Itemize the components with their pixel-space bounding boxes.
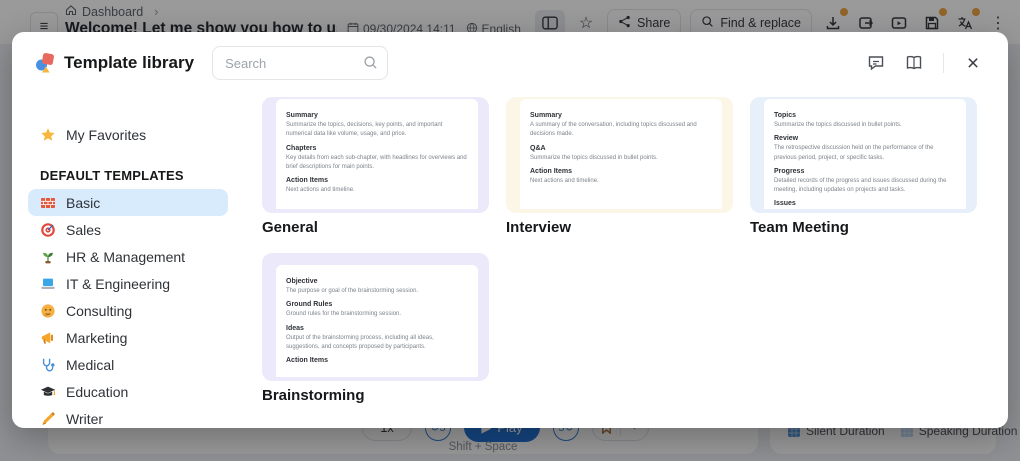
target-icon	[40, 222, 56, 238]
preview-section-body: Summarize the topics, decisions, key poi…	[286, 122, 443, 138]
modal-header: Template library ×	[12, 32, 1008, 94]
sidebar-item-writer[interactable]: Writer	[28, 405, 228, 428]
preview-section-body: A summary of the conversation, including…	[530, 122, 697, 138]
sidebar-item-label: Sales	[66, 221, 102, 238]
sidebar-item-hr-management[interactable]: HR & Management	[28, 243, 228, 270]
close-icon: ×	[966, 51, 980, 75]
template-name: Interview	[506, 219, 572, 236]
sidebar-item-label: Marketing	[66, 329, 128, 346]
sidebar-section-label: DEFAULT TEMPLATES	[40, 168, 184, 183]
sidebar-item-my-favorites[interactable]: My Favorites	[28, 120, 228, 150]
sidebar-item-basic[interactable]: Basic	[28, 189, 228, 216]
template-preview: Objective The purpose or goal of the brai…	[262, 253, 489, 381]
preview-section-body: Next actions and timeline.	[530, 177, 599, 184]
laptop-icon	[40, 276, 56, 292]
close-modal-button[interactable]: ×	[960, 50, 986, 76]
preview-section-body: Next actions and timeline.	[286, 187, 355, 194]
preview-section-heading: Action Items	[286, 177, 329, 185]
preview-section-body: Summarize the topics discussed in bullet…	[530, 154, 658, 161]
preview-section-heading: Ideas	[286, 324, 304, 332]
preview-section-heading: Review	[774, 135, 799, 143]
preview-section-heading: Issues	[774, 200, 796, 208]
search-icon	[363, 55, 378, 75]
template-search-input[interactable]	[212, 46, 389, 80]
sidebar-item-label: My Favorites	[66, 127, 147, 143]
template-card-general[interactable]: Summary Summarize the topics, decisions, …	[262, 97, 489, 236]
template-sidebar-list: Basic Sales HR & Management IT & Engineerin…	[28, 189, 228, 428]
preview-section-heading: Summary	[286, 112, 318, 119]
template-preview: Summary A summary of the conversation, in…	[506, 97, 733, 213]
template-card-brainstorming[interactable]: Objective The purpose or goal of the brai…	[262, 253, 489, 404]
template-preview: Topics Summarize the topics discussed in …	[750, 97, 977, 213]
stethoscope-icon	[40, 357, 56, 373]
template-sidebar: My Favorites DEFAULT TEMPLATES Basic Sale…	[28, 112, 228, 428]
writing-hand-icon	[40, 411, 56, 427]
seedling-icon	[40, 249, 56, 265]
template-preview: Summary Summarize the topics, decisions, …	[262, 97, 489, 213]
preview-section-body: Detailed records of the progress and iss…	[774, 177, 947, 194]
sidebar-item-label: Basic	[66, 194, 101, 211]
gold-star-icon	[40, 127, 56, 143]
template-preview-page: Topics Summarize the topics discussed in …	[764, 99, 966, 209]
preview-section-body: The retrospective discussion held on the…	[774, 145, 934, 161]
template-preview-page: Summary A summary of the conversation, in…	[520, 99, 722, 209]
megaphone-icon	[40, 330, 56, 346]
preview-section-body: Output of the brainstorming process, inc…	[286, 334, 434, 350]
preview-section-heading: Q&A	[530, 144, 546, 152]
preview-section-heading: Topics	[774, 112, 797, 119]
template-library-logo-icon	[36, 53, 54, 73]
sidebar-item-label: HR & Management	[66, 248, 186, 265]
template-preview-page: Summary Summarize the topics, decisions, …	[276, 99, 478, 209]
preview-section-heading: Action Items	[530, 167, 573, 175]
template-name: General	[262, 219, 318, 236]
sidebar-item-marketing[interactable]: Marketing	[28, 324, 228, 351]
template-card-team-meeting[interactable]: Topics Summarize the topics discussed in …	[750, 97, 977, 236]
sidebar-item-medical[interactable]: Medical	[28, 351, 228, 378]
feedback-icon	[868, 56, 884, 71]
preview-section-body: The purpose or goal of the brainstorming…	[286, 288, 419, 294]
brick-icon	[40, 195, 56, 211]
preview-section-body: Key details from each sub-chapter, with …	[286, 154, 467, 170]
thinking-face-icon	[40, 303, 56, 319]
template-name: Team Meeting	[750, 219, 849, 236]
sidebar-item-label: Writer	[66, 410, 104, 427]
preview-section-heading: Ground Rules	[286, 301, 333, 309]
sidebar-item-it-engineering[interactable]: IT & Engineering	[28, 270, 228, 297]
modal-title: Template library	[64, 53, 195, 72]
template-preview-page: Objective The purpose or goal of the brai…	[276, 265, 478, 377]
graduation-cap-icon	[40, 384, 56, 400]
sidebar-item-education[interactable]: Education	[28, 378, 228, 405]
preview-section-heading: Action Items	[286, 357, 329, 365]
preview-section-heading: Progress	[774, 167, 805, 175]
sidebar-item-label: Medical	[66, 356, 115, 373]
sidebar-item-sales[interactable]: Sales	[28, 216, 228, 243]
divider	[943, 53, 944, 73]
template-card-interview[interactable]: Summary A summary of the conversation, in…	[506, 97, 733, 236]
preview-section-heading: Chapters	[286, 144, 317, 152]
preview-section-body: Ground rules for the brainstorming sessi…	[286, 311, 402, 318]
preview-section-heading: Objective	[286, 278, 318, 285]
feedback-button[interactable]	[863, 50, 889, 76]
template-grid: Summary Summarize the topics, decisions, …	[262, 97, 1008, 421]
sidebar-item-consulting[interactable]: Consulting	[28, 297, 228, 324]
template-name: Brainstorming	[262, 387, 365, 404]
template-guide-button[interactable]	[901, 50, 927, 76]
template-library-modal: Template library × My Favorites	[12, 32, 1008, 428]
sidebar-item-label: Consulting	[66, 302, 133, 319]
open-book-icon	[906, 55, 922, 70]
sidebar-item-label: IT & Engineering	[66, 275, 171, 292]
preview-section-body: Summarize the topics discussed in bullet…	[774, 122, 902, 128]
preview-section-heading: Summary	[530, 112, 562, 119]
sidebar-item-label: Education	[66, 383, 129, 400]
